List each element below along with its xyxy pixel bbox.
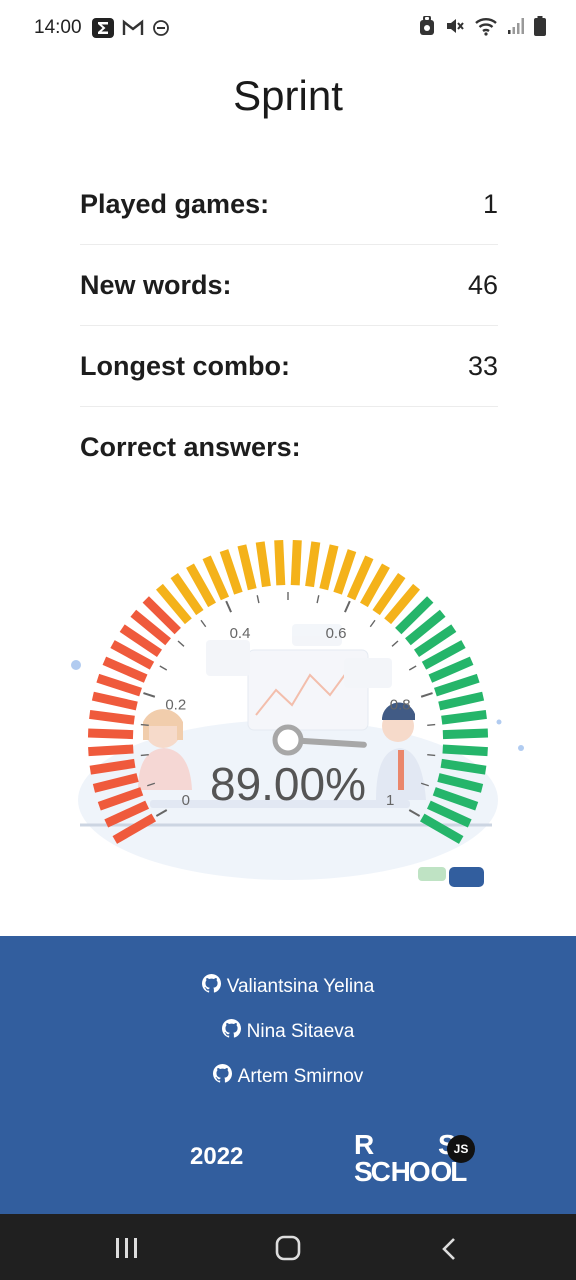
stat-value: 46 (467, 269, 498, 300)
sigma-icon (92, 18, 114, 43)
gauge-tick (177, 640, 185, 647)
status-bar: 14:00 (0, 0, 576, 56)
gauge-tick (225, 600, 232, 613)
gauge-segment (442, 744, 488, 757)
gauge-segment (274, 540, 286, 586)
gauge-tick (427, 753, 436, 757)
gauge-value-text: 89.00% (210, 758, 366, 810)
gauge-tick (427, 723, 436, 727)
stat-value: 33 (467, 350, 498, 381)
github-icon (212, 1064, 232, 1089)
battery-icon (534, 16, 546, 41)
author-name: Valiantsina Yelina (226, 975, 375, 997)
back-button[interactable] (438, 1236, 462, 1267)
gauge-segment (255, 541, 271, 588)
gauge-segment (89, 710, 135, 725)
stat-row-played-games: Played games: 1 (80, 164, 498, 245)
stats-list: Played games: 1 New words: 46 Longest co… (80, 164, 498, 487)
gauge-tick-label: 0 (182, 792, 190, 809)
carousel-dot-active[interactable] (449, 867, 484, 887)
gauge-tick-label: 0.4 (230, 625, 251, 642)
gauge-tick (420, 692, 433, 698)
gauge-tick (140, 753, 149, 757)
sos-icon (418, 15, 436, 41)
stat-label: New words: (80, 269, 232, 300)
gauge-tick (369, 619, 376, 628)
gauge-tick-label: 0.2 (165, 697, 186, 714)
stat-label: Correct answers: (80, 431, 301, 462)
mute-icon (445, 16, 465, 41)
rs-school-logo[interactable]: R S SC HO OL JS (354, 1131, 485, 1186)
signal-icon (507, 17, 525, 40)
github-icon (221, 1019, 241, 1044)
gauge-segment (319, 544, 339, 591)
wifi-icon (474, 16, 498, 41)
author-link[interactable]: Valiantsina Yelina (0, 974, 576, 999)
gauge-tick (408, 665, 417, 671)
gauge-tick (256, 595, 260, 604)
gauge-segment (237, 544, 257, 591)
back-icon (442, 1238, 455, 1260)
gauge-tick (344, 600, 351, 613)
gauge-segment (333, 549, 357, 595)
stat-value: 1 (482, 188, 498, 219)
author-link[interactable]: Artem Smirnov (0, 1064, 576, 1089)
stat-label: Played games: (80, 188, 270, 219)
gauge-segment (96, 673, 142, 697)
home-button[interactable] (274, 1234, 302, 1267)
gauge-tick-label: 0.6 (326, 625, 347, 642)
accuracy-gauge: 0 0.2 0.4 0.6 0.8 1 89.00% (0, 500, 576, 900)
gauge-segment (219, 549, 243, 595)
gauge-tick-label: 1 (386, 792, 394, 809)
gmail-icon (122, 19, 144, 42)
stat-row-new-words: New words: 46 (80, 245, 498, 326)
stat-row-correct-answers: Correct answers: (80, 407, 498, 487)
gauge-segment (91, 691, 138, 711)
author-name: Nina Sitaeva (246, 1020, 355, 1042)
gauge-tick (159, 665, 168, 671)
gauge-tick (200, 619, 207, 628)
author-link[interactable]: Nina Sitaeva (0, 1019, 576, 1044)
footer-year: 2022 (190, 1143, 244, 1170)
gauge-segment (438, 691, 485, 711)
stat-label: Longest combo: (80, 350, 290, 381)
gauge-svg: 0 0.2 0.4 0.6 0.8 1 89.00% (71, 540, 524, 880)
page-title: Sprint (233, 72, 343, 119)
gauge-segment (88, 744, 134, 757)
android-nav-bar (0, 1214, 576, 1280)
home-icon (275, 1235, 301, 1261)
carousel-dot[interactable] (418, 867, 446, 881)
author-name: Artem Smirnov (237, 1065, 364, 1087)
gauge-tick (316, 595, 320, 604)
stat-row-longest-combo: Longest combo: 33 (80, 326, 498, 407)
gauge-segment (442, 728, 489, 740)
gauge-segment (434, 673, 480, 697)
gauge-segment (305, 541, 321, 588)
js-badge: JS (447, 1135, 475, 1163)
gauge-segment (441, 710, 487, 725)
status-time: 14:00 (34, 17, 82, 38)
gauge-segment (290, 540, 302, 586)
gauge-tick-label: 0.8 (390, 697, 411, 714)
needle-hub (272, 724, 304, 756)
gauge-tick (391, 640, 399, 647)
do-not-disturb-icon (152, 19, 170, 42)
gauge-tick (143, 692, 156, 698)
recents-button[interactable] (114, 1236, 140, 1265)
gauge-tick (140, 723, 149, 727)
gauge-segment (87, 728, 134, 740)
github-icon (201, 974, 221, 999)
recents-icon (116, 1238, 137, 1258)
